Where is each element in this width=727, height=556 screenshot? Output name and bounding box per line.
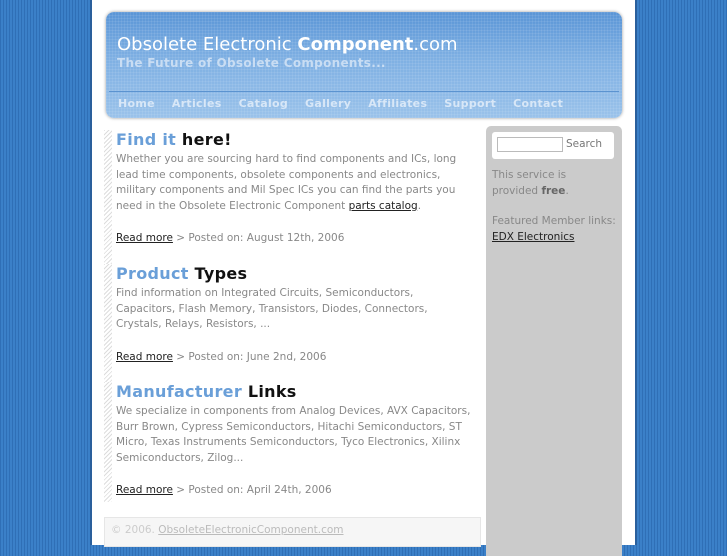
nav-catalog[interactable]: Catalog xyxy=(239,97,288,110)
read-more-link[interactable]: Read more xyxy=(116,484,173,496)
footer: © 2006. ObsoleteElectronicComponent.com xyxy=(104,517,481,547)
main-content: Find it here! Whether you are sourcing h… xyxy=(104,130,474,502)
post-meta: Read more > Posted on: August 12th, 2006 xyxy=(116,232,474,244)
title-highlight: Manufacturer xyxy=(116,382,243,401)
read-more-link[interactable]: Read more xyxy=(116,351,173,363)
tagline: The Future of Obsolete Components... xyxy=(117,56,386,70)
title-suffix: .com xyxy=(413,34,458,55)
post-title: Product Types xyxy=(116,264,474,285)
post-manufacturer-links: Manufacturer Links We specialize in comp… xyxy=(104,382,474,502)
post-find-it: Find it here! Whether you are sourcing h… xyxy=(104,130,474,264)
footer-site-link[interactable]: ObsoleteElectronicComponent.com xyxy=(158,524,343,536)
sidebar: Search This service is provided free. Fe… xyxy=(486,126,622,556)
posted-date: > Posted on: April 24th, 2006 xyxy=(172,484,332,496)
site-header: Obsolete Electronic Component.com The Fu… xyxy=(106,12,622,118)
nav-articles[interactable]: Articles xyxy=(172,97,222,110)
parts-catalog-link[interactable]: parts catalog xyxy=(349,200,418,212)
nav-contact[interactable]: Contact xyxy=(513,97,563,110)
nav-gallery[interactable]: Gallery xyxy=(305,97,351,110)
post-body: Whether you are sourcing hard to find co… xyxy=(116,152,474,214)
read-more-link[interactable]: Read more xyxy=(116,232,173,244)
post-body: Find information on Integrated Circuits,… xyxy=(116,287,428,330)
nav-affiliates[interactable]: Affiliates xyxy=(368,97,427,110)
post-body: We specialize in components from Analog … xyxy=(116,405,471,464)
page-container: Obsolete Electronic Component.com The Fu… xyxy=(90,0,637,556)
post-text-end: . xyxy=(417,199,422,212)
service-free: free xyxy=(541,184,566,197)
posted-date: > Posted on: June 2nd, 2006 xyxy=(172,350,327,363)
search-input[interactable] xyxy=(497,137,563,152)
title-rest: Links xyxy=(242,382,297,401)
search-button[interactable]: Search xyxy=(566,138,602,150)
nav-support[interactable]: Support xyxy=(444,97,496,110)
title-highlight: Find it xyxy=(116,130,177,149)
post-title: Manufacturer Links xyxy=(116,382,474,403)
nav-divider xyxy=(109,91,619,92)
service-note: This service is provided free. xyxy=(492,168,582,199)
title-highlight: Product xyxy=(116,264,189,283)
copyright: © 2006. xyxy=(111,524,159,536)
nav-home[interactable]: Home xyxy=(118,97,155,110)
post-title: Find it here! xyxy=(116,130,474,151)
site-title[interactable]: Obsolete Electronic Component.com xyxy=(117,34,458,55)
title-bold: Component xyxy=(297,34,414,55)
posted-date: > Posted on: August 12th, 2006 xyxy=(172,232,345,244)
edx-electronics-link[interactable]: EDX Electronics xyxy=(492,231,574,243)
featured-label: Featured Member links: xyxy=(492,215,616,227)
post-meta: Read more > Posted on: June 2nd, 2006 xyxy=(116,351,474,363)
search-box: Search xyxy=(492,132,614,159)
service-after: . xyxy=(565,184,569,197)
main-nav: Home Articles Catalog Gallery Affiliates… xyxy=(118,97,580,110)
post-meta: Read more > Posted on: April 24th, 2006 xyxy=(116,484,474,496)
post-product-types: Product Types Find information on Integr… xyxy=(104,264,474,382)
title-rest: here! xyxy=(176,130,232,149)
title-rest: Types xyxy=(188,264,248,283)
title-prefix: Obsolete Electronic xyxy=(117,34,298,55)
